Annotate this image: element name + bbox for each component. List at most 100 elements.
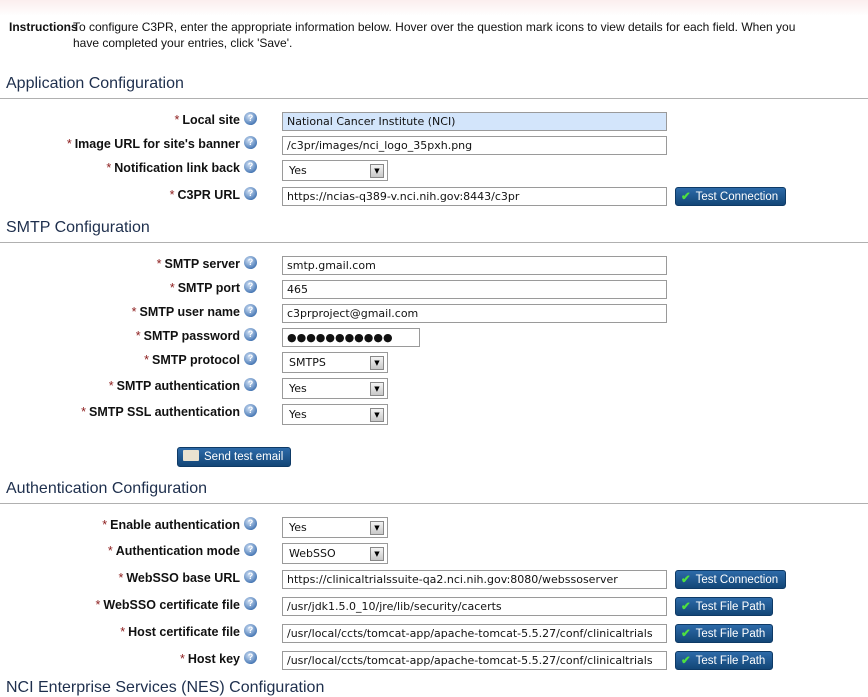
selected-value: Yes bbox=[289, 382, 307, 395]
chevron-down-icon[interactable]: ▼ bbox=[370, 547, 384, 561]
chevron-down-icon[interactable]: ▼ bbox=[370, 408, 384, 422]
help-icon[interactable]: ? bbox=[244, 136, 257, 149]
required-marker: * bbox=[169, 188, 175, 202]
row-local-site: * Local site ? National Cancer Institute … bbox=[0, 112, 868, 132]
smtp-protocol-select[interactable]: SMTPS ▼ bbox=[282, 352, 388, 373]
auth-mode-select[interactable]: WebSSO ▼ bbox=[282, 543, 388, 564]
help-icon[interactable]: ? bbox=[244, 352, 257, 365]
required-marker: * bbox=[102, 518, 108, 532]
required-marker: * bbox=[169, 281, 175, 295]
divider bbox=[0, 98, 868, 99]
section-title-application: Application Configuration bbox=[6, 75, 184, 92]
help-icon[interactable]: ? bbox=[244, 651, 257, 664]
row-websso-cert: * WebSSO certificate file ? /usr/jdk1.5.0… bbox=[0, 597, 868, 617]
selected-value: Yes bbox=[289, 164, 307, 177]
required-marker: * bbox=[156, 257, 162, 271]
section-title-nes: NCI Enterprise Services (NES) Configurat… bbox=[6, 679, 325, 696]
row-notification: * Notification link back ? Yes ▼ bbox=[0, 160, 868, 181]
required-marker: * bbox=[144, 353, 150, 367]
label: SMTP port bbox=[177, 281, 240, 295]
button-label: Test Connection bbox=[695, 574, 779, 586]
host-cert-input[interactable]: /usr/local/ccts/tomcat-app/apache-tomcat… bbox=[282, 624, 667, 643]
smtp-ssl-select[interactable]: Yes ▼ bbox=[282, 404, 388, 425]
label: Image URL for site's banner bbox=[74, 137, 240, 151]
required-marker: * bbox=[106, 161, 112, 175]
check-icon: ✔ bbox=[681, 191, 691, 203]
chevron-down-icon[interactable]: ▼ bbox=[370, 356, 384, 370]
help-icon[interactable]: ? bbox=[244, 543, 257, 556]
chevron-down-icon[interactable]: ▼ bbox=[370, 164, 384, 178]
smtp-port-input[interactable]: 465 bbox=[282, 280, 667, 299]
banner-url-input[interactable]: /c3pr/images/nci_logo_35pxh.png bbox=[282, 136, 667, 155]
label: WebSSO base URL bbox=[126, 571, 240, 585]
websso-url-input[interactable]: https://clinicaltrialssuite-qa2.nci.nih.… bbox=[282, 570, 667, 589]
row-smtp-auth: * SMTP authentication ? Yes ▼ bbox=[0, 378, 868, 399]
row-auth-mode: * Authentication mode ? WebSSO ▼ bbox=[0, 543, 868, 564]
enable-auth-select[interactable]: Yes ▼ bbox=[282, 517, 388, 538]
label: Host key bbox=[187, 652, 240, 666]
button-label: Test Connection bbox=[695, 191, 779, 203]
required-marker: * bbox=[108, 379, 114, 393]
smtp-auth-select[interactable]: Yes ▼ bbox=[282, 378, 388, 399]
row-smtp-port: * SMTP port ? 465 bbox=[0, 280, 868, 300]
test-file-path-button[interactable]: ✔ Test File Path bbox=[675, 651, 774, 670]
check-icon: ✔ bbox=[681, 628, 691, 640]
test-connection-button[interactable]: ✔ Test Connection bbox=[675, 570, 787, 589]
row-host-cert: * Host certificate file ? /usr/local/ccts… bbox=[0, 624, 868, 644]
send-test-email-button[interactable]: Send test email bbox=[177, 447, 292, 467]
help-icon[interactable]: ? bbox=[244, 304, 257, 317]
instructions-text: To configure C3PR, enter the appropriate… bbox=[73, 20, 796, 50]
chevron-down-icon[interactable]: ▼ bbox=[370, 521, 384, 535]
chevron-down-icon[interactable]: ▼ bbox=[370, 382, 384, 396]
label: SMTP protocol bbox=[152, 353, 240, 367]
help-icon[interactable]: ? bbox=[244, 328, 257, 341]
label: SMTP server bbox=[164, 257, 240, 271]
help-icon[interactable]: ? bbox=[244, 517, 257, 530]
row-c3pr-url: * C3PR URL ? https://ncias-q389-v.nci.nih… bbox=[0, 187, 868, 207]
notification-select[interactable]: Yes ▼ bbox=[282, 160, 388, 181]
c3pr-url-input[interactable]: https://ncias-q389-v.nci.nih.gov:8443/c3… bbox=[282, 187, 667, 206]
host-key-input[interactable]: /usr/local/ccts/tomcat-app/apache-tomcat… bbox=[282, 651, 667, 670]
label: SMTP authentication bbox=[116, 379, 240, 393]
test-connection-button[interactable]: ✔ Test Connection bbox=[675, 187, 787, 206]
button-label: Test File Path bbox=[695, 628, 766, 640]
button-label: Send test email bbox=[204, 451, 284, 463]
help-icon[interactable]: ? bbox=[244, 624, 257, 637]
smtp-server-input[interactable]: smtp.gmail.com bbox=[282, 256, 667, 275]
help-icon[interactable]: ? bbox=[244, 112, 257, 125]
label: Notification link back bbox=[114, 161, 240, 175]
row-smtp-ssl: * SMTP SSL authentication ? Yes ▼ bbox=[0, 404, 868, 425]
label: C3PR URL bbox=[177, 188, 240, 202]
help-icon[interactable]: ? bbox=[244, 378, 257, 391]
smtp-user-input[interactable]: c3prproject@gmail.com bbox=[282, 304, 667, 323]
help-icon[interactable]: ? bbox=[244, 160, 257, 173]
help-icon[interactable]: ? bbox=[244, 597, 257, 610]
local-site-input[interactable]: National Cancer Institute (NCI) bbox=[282, 112, 667, 131]
websso-cert-input[interactable]: /usr/jdk1.5.0_10/jre/lib/security/cacert… bbox=[282, 597, 667, 616]
required-marker: * bbox=[120, 625, 126, 639]
row-host-key: * Host key ? /usr/local/ccts/tomcat-app/a… bbox=[0, 651, 868, 671]
row-enable-auth: * Enable authentication ? Yes ▼ bbox=[0, 517, 868, 538]
top-band bbox=[0, 0, 868, 16]
check-icon: ✔ bbox=[681, 601, 691, 613]
envelope-icon bbox=[183, 450, 199, 461]
help-icon[interactable]: ? bbox=[244, 280, 257, 293]
test-file-path-button[interactable]: ✔ Test File Path bbox=[675, 597, 774, 616]
help-icon[interactable]: ? bbox=[244, 187, 257, 200]
label: SMTP SSL authentication bbox=[89, 405, 240, 419]
smtp-password-input[interactable]: ●●●●●●●●●●● bbox=[282, 328, 420, 347]
help-icon[interactable]: ? bbox=[244, 570, 257, 583]
label: Enable authentication bbox=[110, 518, 240, 532]
help-icon[interactable]: ? bbox=[244, 256, 257, 269]
check-icon: ✔ bbox=[681, 574, 691, 586]
row-smtp-password: * SMTP password ? ●●●●●●●●●●● bbox=[0, 328, 868, 348]
selected-value: Yes bbox=[289, 521, 307, 534]
button-label: Test File Path bbox=[695, 655, 766, 667]
test-file-path-button[interactable]: ✔ Test File Path bbox=[675, 624, 774, 643]
help-icon[interactable]: ? bbox=[244, 404, 257, 417]
label: Authentication mode bbox=[115, 544, 240, 558]
instructions: Instructions To configure C3PR, enter th… bbox=[9, 19, 809, 51]
required-marker: * bbox=[135, 329, 141, 343]
section-title-smtp: SMTP Configuration bbox=[6, 219, 150, 236]
divider bbox=[0, 503, 868, 504]
